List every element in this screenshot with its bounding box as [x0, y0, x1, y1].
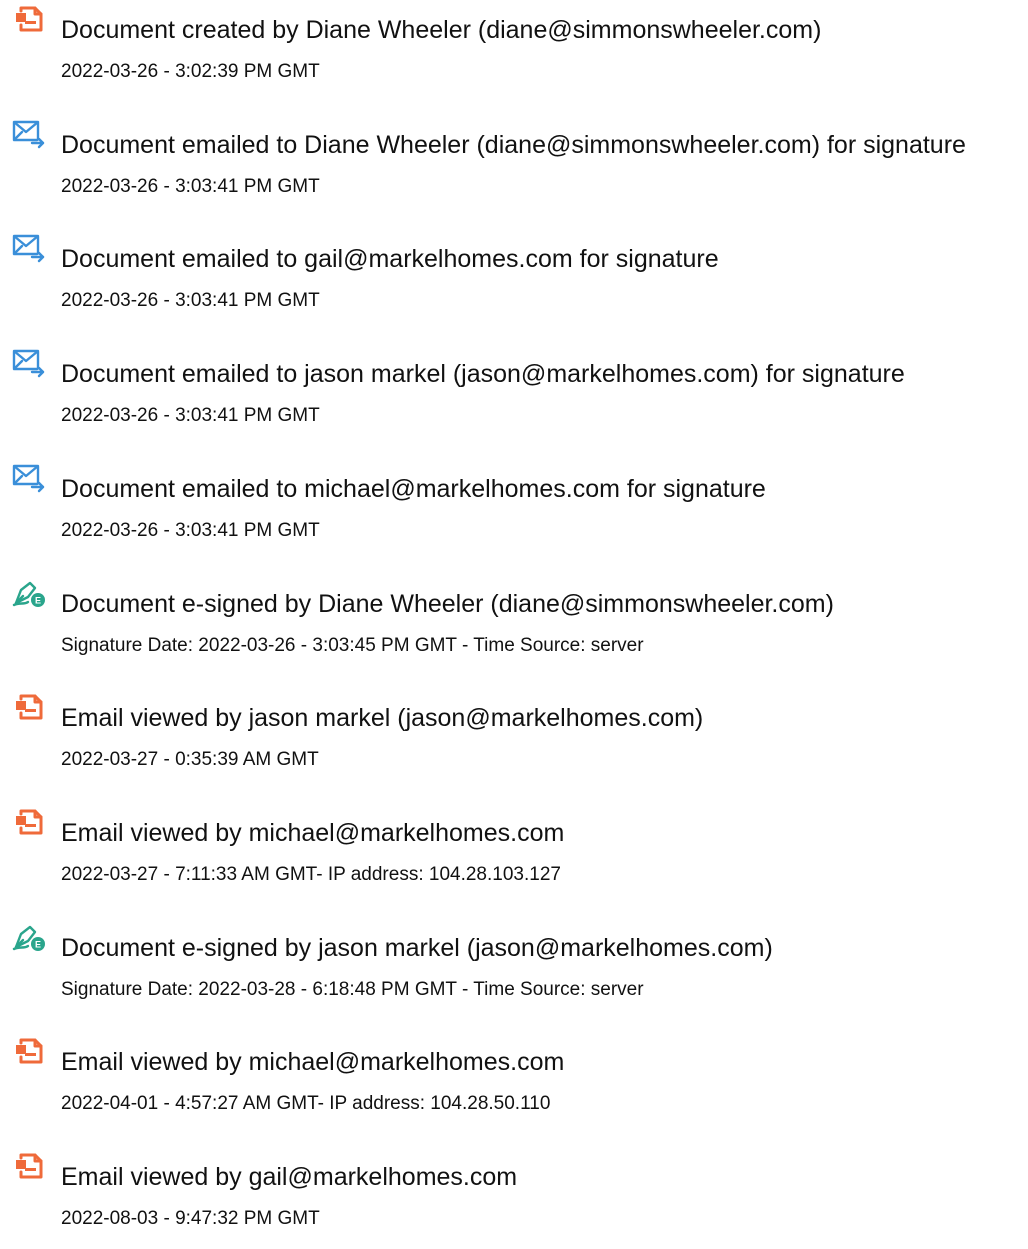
event-title: Document emailed to Diane Wheeler (diane…: [61, 131, 966, 159]
event-timestamp: 2022-03-26 - 3:03:41 PM GMT: [61, 290, 320, 311]
document-icon: [12, 1151, 46, 1181]
email-sent-icon: [12, 119, 46, 149]
audit-event-item: Document created by Diane Wheeler (diane…: [0, 2, 1028, 102]
event-timestamp: Signature Date: 2022-03-28 - 6:18:48 PM …: [61, 979, 644, 1000]
email-sent-icon: [12, 463, 46, 493]
e-sign-pen-icon: E: [12, 922, 46, 952]
audit-event-item: Document emailed to Diane Wheeler (diane…: [0, 117, 1028, 217]
document-icon: [12, 1036, 46, 1066]
event-timestamp: 2022-03-26 - 3:02:39 PM GMT: [61, 61, 320, 82]
email-sent-icon: [12, 233, 46, 263]
event-title: Document created by Diane Wheeler (diane…: [61, 16, 822, 44]
event-timestamp: 2022-03-26 - 3:03:41 PM GMT: [61, 176, 320, 197]
document-icon: [12, 807, 46, 837]
audit-event-item: Email viewed by jason markel (jason@mark…: [0, 690, 1028, 790]
event-title: Document emailed to michael@markelhomes.…: [61, 475, 766, 503]
event-title: Email viewed by michael@markelhomes.com: [61, 1048, 565, 1076]
event-timestamp: 2022-03-26 - 3:03:41 PM GMT: [61, 405, 320, 426]
svg-text:E: E: [35, 596, 41, 606]
event-title: Document e-signed by jason markel (jason…: [61, 934, 773, 962]
event-title: Email viewed by michael@markelhomes.com: [61, 819, 565, 847]
audit-event-item: Email viewed by michael@markelhomes.com 2…: [0, 805, 1028, 905]
document-icon: [12, 692, 46, 722]
document-icon: [12, 4, 46, 34]
event-timestamp: 2022-03-27 - 0:35:39 AM GMT: [61, 749, 319, 770]
e-sign-pen-icon: E: [12, 578, 46, 608]
audit-event-item: Document emailed to michael@markelhomes.…: [0, 461, 1028, 561]
audit-event-item: Email viewed by michael@markelhomes.com 2…: [0, 1034, 1028, 1134]
event-title: Email viewed by gail@markelhomes.com: [61, 1163, 518, 1191]
svg-text:E: E: [35, 940, 41, 950]
event-title: Email viewed by jason markel (jason@mark…: [61, 704, 704, 732]
event-timestamp: 2022-03-26 - 3:03:41 PM GMT: [61, 520, 320, 541]
audit-event-item: E Document e-signed by jason markel (jas…: [0, 920, 1028, 1020]
event-timestamp: 2022-08-03 - 9:47:32 PM GMT: [61, 1208, 320, 1229]
event-timestamp: 2022-03-27 - 7:11:33 AM GMT- IP address:…: [61, 864, 561, 885]
audit-event-item: Email viewed by gail@markelhomes.com 2022…: [0, 1149, 1028, 1249]
event-title: Document emailed to jason markel (jason@…: [61, 360, 905, 388]
audit-event-item: Document emailed to jason markel (jason@…: [0, 346, 1028, 446]
event-title: Document emailed to gail@markelhomes.com…: [61, 245, 719, 273]
audit-event-item: E Document e-signed by Diane Wheeler (di…: [0, 576, 1028, 676]
event-title: Document e-signed by Diane Wheeler (dian…: [61, 590, 834, 618]
audit-event-item: Document emailed to gail@markelhomes.com…: [0, 231, 1028, 331]
event-timestamp: 2022-04-01 - 4:57:27 AM GMT- IP address:…: [61, 1093, 551, 1114]
event-timestamp: Signature Date: 2022-03-26 - 3:03:45 PM …: [61, 635, 644, 656]
email-sent-icon: [12, 348, 46, 378]
